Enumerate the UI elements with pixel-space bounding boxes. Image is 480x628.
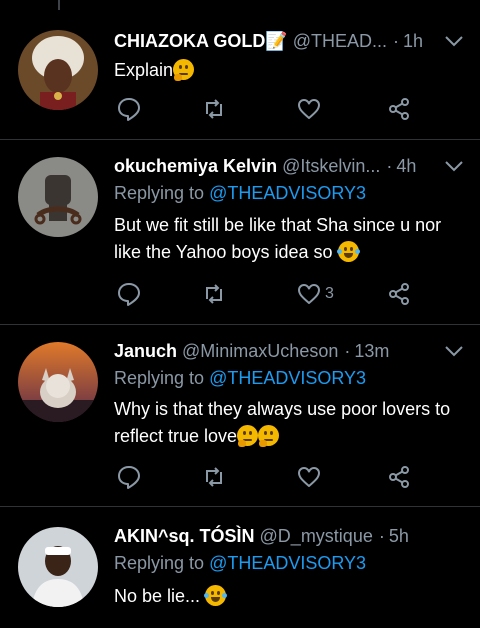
share-button[interactable] bbox=[386, 462, 412, 492]
avatar[interactable] bbox=[18, 30, 98, 110]
laughing-face-icon bbox=[204, 585, 228, 606]
like-button[interactable]: 3 bbox=[296, 279, 334, 309]
reply-icon bbox=[118, 466, 140, 489]
retweet-button[interactable] bbox=[201, 279, 227, 309]
chevron-down-icon[interactable] bbox=[436, 159, 464, 173]
retweet-button[interactable] bbox=[201, 94, 227, 124]
author-name[interactable]: Januch bbox=[114, 341, 177, 362]
tweet[interactable]: Januch @MinimaxUcheson · 13m Replying to… bbox=[0, 324, 480, 507]
timestamp[interactable]: 5h bbox=[389, 526, 409, 547]
replying-to: Replying to @THEADVISORY3 bbox=[114, 553, 367, 573]
chevron-down-icon[interactable] bbox=[436, 34, 464, 48]
retweet-button[interactable] bbox=[201, 462, 227, 492]
avatar-image bbox=[18, 527, 98, 607]
time-separator: · bbox=[344, 340, 351, 361]
like-button[interactable] bbox=[296, 94, 325, 124]
share-button[interactable] bbox=[386, 279, 412, 309]
tweet[interactable]: AKIN^sq. TÓSÌN @D_mystique · 5h Replying… bbox=[0, 506, 480, 628]
avatar-image bbox=[18, 30, 98, 110]
share-icon bbox=[389, 98, 409, 120]
time-separator: · bbox=[386, 155, 393, 176]
tweet[interactable]: okuchemiya Kelvin @Itskelvin... · 4h Rep… bbox=[0, 139, 480, 325]
laughing-face-icon bbox=[336, 241, 360, 262]
timestamp[interactable]: 4h bbox=[396, 156, 416, 177]
retweet-icon bbox=[206, 467, 222, 487]
time-separator: · bbox=[393, 30, 400, 51]
reply-icon bbox=[118, 98, 140, 121]
author-handle[interactable]: @MinimaxUcheson bbox=[182, 341, 338, 362]
reply-button[interactable] bbox=[116, 279, 142, 309]
tweet-actions bbox=[114, 462, 424, 492]
reply-icon bbox=[118, 283, 140, 306]
tweet-actions: 3 bbox=[114, 279, 424, 309]
tweet-text: Explain bbox=[114, 57, 466, 84]
tweet-text: But we fit still be like that Sha since … bbox=[114, 215, 442, 262]
tweet[interactable]: CHIAZOKA GOLD📝 @THEAD... · 1h Explain bbox=[0, 0, 480, 140]
reply-button[interactable] bbox=[116, 94, 142, 124]
author-handle[interactable]: @D_mystique bbox=[260, 526, 373, 547]
thinking-face-icon bbox=[173, 59, 195, 81]
reply-button[interactable] bbox=[116, 462, 142, 492]
replying-to-mention[interactable]: @THEADVISORY3 bbox=[209, 368, 366, 388]
tweet-text: Why is that they always use poor lovers … bbox=[114, 399, 451, 447]
author-name[interactable]: CHIAZOKA GOLD📝 bbox=[114, 31, 288, 52]
author-name[interactable]: okuchemiya Kelvin bbox=[114, 156, 277, 177]
replying-to-mention[interactable]: @THEADVISORY3 bbox=[209, 183, 366, 203]
author-handle[interactable]: @Itskelvin... bbox=[282, 156, 380, 177]
share-icon bbox=[389, 283, 409, 305]
avatar[interactable] bbox=[18, 342, 98, 422]
tweet-actions bbox=[114, 94, 424, 124]
avatar[interactable] bbox=[18, 157, 98, 237]
time-separator: · bbox=[378, 525, 385, 546]
tweet-text: No be lie... bbox=[114, 583, 466, 610]
heart-icon bbox=[298, 284, 320, 304]
timestamp[interactable]: 13m bbox=[354, 341, 389, 362]
timestamp[interactable]: 1h bbox=[403, 31, 423, 52]
avatar-image bbox=[18, 342, 98, 422]
replying-to: Replying to @THEADVISORY3 bbox=[114, 183, 367, 203]
share-icon bbox=[389, 466, 409, 488]
thinking-face-icon bbox=[237, 425, 259, 447]
share-button[interactable] bbox=[386, 94, 412, 124]
retweet-icon bbox=[206, 284, 222, 304]
replying-to-mention[interactable]: @THEADVISORY3 bbox=[209, 553, 366, 573]
like-count: 3 bbox=[325, 285, 334, 302]
like-button[interactable] bbox=[296, 462, 325, 492]
heart-icon bbox=[298, 467, 320, 487]
heart-icon bbox=[298, 99, 320, 119]
retweet-icon bbox=[206, 99, 222, 119]
chevron-down-icon[interactable] bbox=[436, 344, 464, 358]
author-name[interactable]: AKIN^sq. TÓSÌN bbox=[114, 526, 255, 547]
thinking-face-icon bbox=[258, 425, 280, 447]
avatar[interactable] bbox=[18, 527, 98, 607]
replying-to: Replying to @THEADVISORY3 bbox=[114, 368, 367, 388]
avatar-image bbox=[18, 157, 98, 237]
author-handle[interactable]: @THEAD... bbox=[293, 31, 387, 52]
